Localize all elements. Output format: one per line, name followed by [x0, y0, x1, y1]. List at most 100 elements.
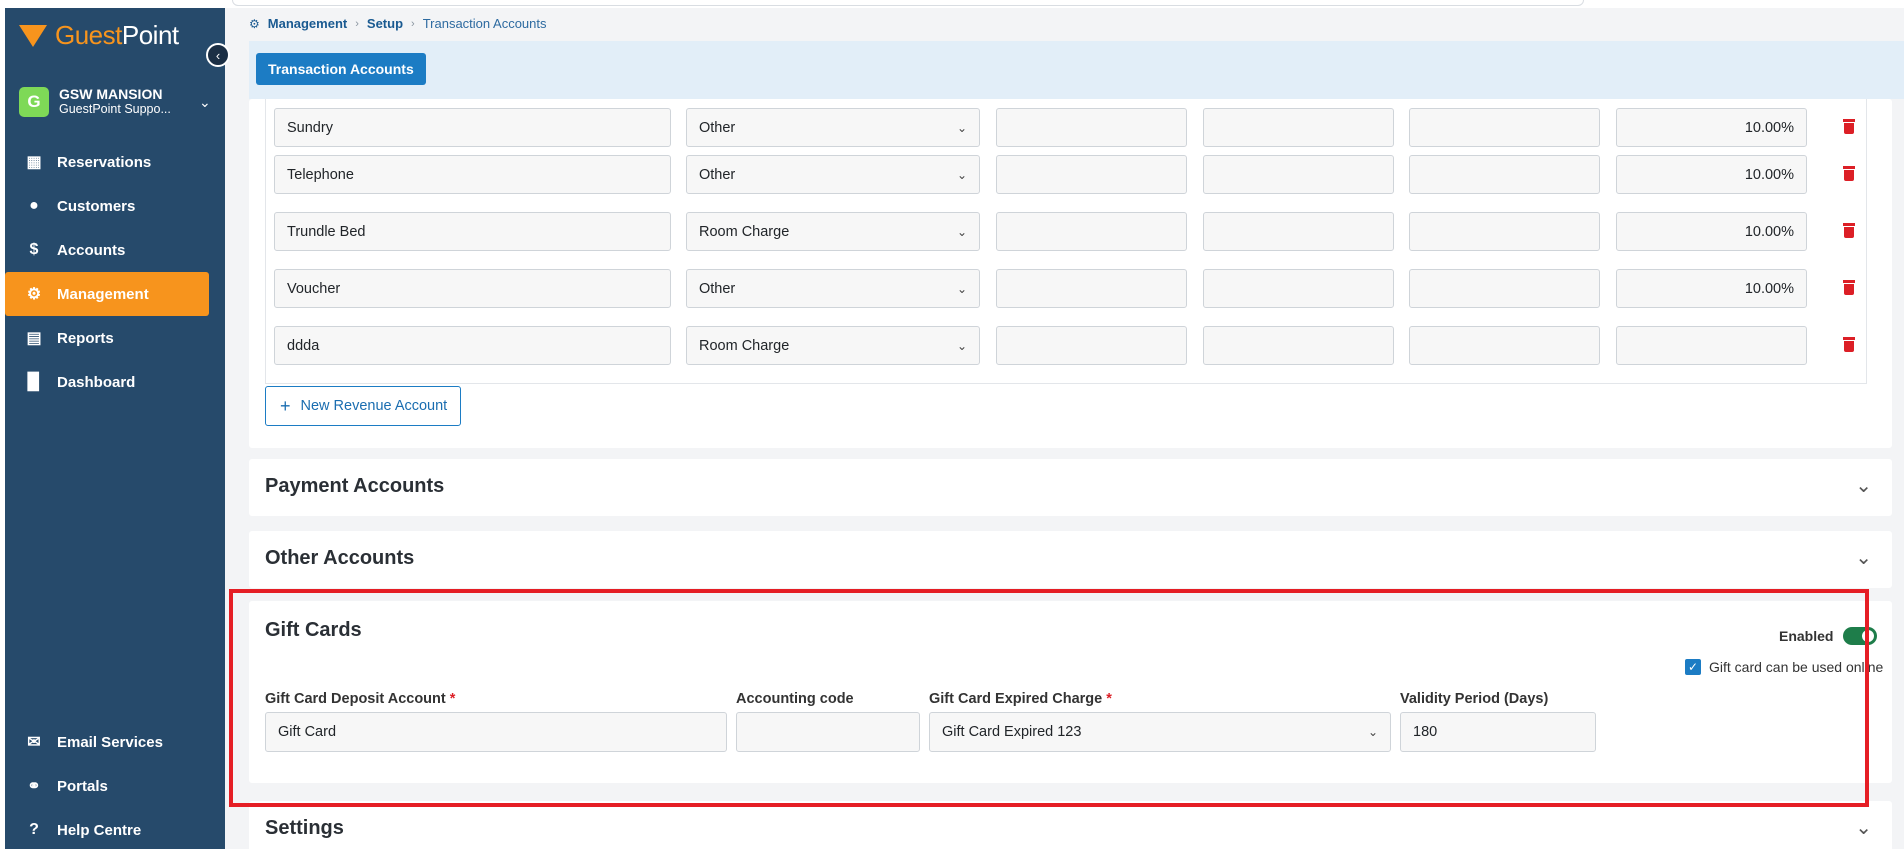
- nav-label: Reports: [57, 329, 114, 347]
- tax-rate-input[interactable]: [1616, 326, 1807, 365]
- nav-label: Management: [57, 285, 149, 303]
- breadcrumb-setup[interactable]: Setup: [367, 16, 403, 31]
- nav-accounts[interactable]: $ Accounts: [5, 228, 225, 272]
- account-type-select[interactable]: Room Charge ⌄: [686, 212, 980, 251]
- empty-input[interactable]: [1409, 212, 1600, 251]
- account-type-value: Room Charge: [699, 223, 790, 240]
- users-icon: ●: [29, 197, 39, 214]
- chevron-right-icon: ›: [355, 17, 359, 30]
- trash-icon[interactable]: [1843, 119, 1855, 134]
- calendar-icon: ▦: [26, 154, 42, 171]
- nav-reports[interactable]: ▤ Reports: [5, 316, 225, 360]
- section-title: Gift Cards: [265, 619, 362, 641]
- payment-accounts-section[interactable]: Payment Accounts ⌄: [249, 459, 1892, 516]
- nav-dashboard[interactable]: ▉ Dashboard: [5, 360, 225, 404]
- account-name-input[interactable]: Trundle Bed: [274, 212, 671, 251]
- collapse-sidebar-button[interactable]: ‹: [206, 43, 230, 67]
- chevron-down-icon: ⌄: [1855, 475, 1872, 497]
- empty-input[interactable]: [1203, 326, 1394, 365]
- empty-input[interactable]: [996, 269, 1187, 308]
- accounting-code-input[interactable]: [736, 712, 920, 752]
- chevron-left-icon: ‹: [215, 47, 221, 63]
- nav-label: Email Services: [57, 733, 163, 751]
- other-accounts-section[interactable]: Other Accounts ⌄: [249, 531, 1892, 588]
- empty-input[interactable]: [1409, 269, 1600, 308]
- nav-management[interactable]: ⚙ Management: [5, 272, 209, 316]
- empty-input[interactable]: [1203, 269, 1394, 308]
- tax-rate-input[interactable]: 10.00%: [1616, 212, 1807, 251]
- account-type-select[interactable]: Other ⌄: [686, 155, 980, 194]
- chevron-down-icon: ⌄: [956, 338, 967, 353]
- email-icon: ✉: [27, 734, 41, 751]
- account-name-input[interactable]: Telephone: [274, 155, 671, 194]
- trash-icon[interactable]: [1843, 337, 1855, 352]
- online-checkbox[interactable]: ✓: [1685, 659, 1701, 675]
- nav-email-services[interactable]: ✉ Email Services: [5, 720, 225, 764]
- nav-portals[interactable]: ⚭ Portals: [5, 764, 225, 808]
- account-type-select[interactable]: Other ⌄: [686, 269, 980, 308]
- trash-icon[interactable]: [1843, 223, 1855, 238]
- empty-input[interactable]: [1409, 326, 1600, 365]
- gift-cards-section: Gift Cards Enabled ✓ Gift card can be us…: [249, 601, 1892, 783]
- check-icon: ✓: [1687, 660, 1699, 674]
- empty-input[interactable]: [1409, 108, 1600, 147]
- main-nav: ▦ Reservations ● Customers $ Accounts ⚙ Mana…: [5, 140, 225, 404]
- nav-label: Portals: [57, 777, 108, 795]
- chevron-down-icon: ⌄: [956, 281, 967, 296]
- online-checkbox-wrap: ✓ Gift card can be used online: [1685, 659, 1883, 675]
- help-icon: ?: [29, 821, 39, 838]
- nav-label: Reservations: [57, 153, 152, 171]
- nav-reservations[interactable]: ▦ Reservations: [5, 140, 225, 184]
- empty-input[interactable]: [996, 155, 1187, 194]
- online-checkbox-label: Gift card can be used online: [1709, 659, 1884, 675]
- tax-rate-input[interactable]: 10.00%: [1616, 269, 1807, 308]
- empty-input[interactable]: [996, 326, 1187, 365]
- chevron-down-icon: ⌄: [1367, 725, 1378, 739]
- table-row: Trundle Bed Room Charge ⌄ 10.00%: [266, 203, 1866, 260]
- table-row: Telephone Other ⌄ 10.00%: [266, 146, 1866, 203]
- bar-chart-icon: ▉: [27, 374, 41, 391]
- chevron-down-icon: ⌄: [956, 167, 967, 182]
- account-name-input[interactable]: Sundry: [274, 108, 671, 147]
- dollar-icon: $: [29, 241, 39, 258]
- empty-input[interactable]: [1203, 212, 1394, 251]
- report-icon: ▤: [26, 330, 42, 347]
- user-gear-icon: ⚙: [249, 16, 260, 31]
- empty-input[interactable]: [996, 108, 1187, 147]
- account-type-value: Other: [699, 166, 736, 183]
- account-name-input[interactable]: ddda: [274, 326, 671, 365]
- account-type-select[interactable]: Room Charge ⌄: [686, 326, 980, 365]
- empty-input[interactable]: [1203, 108, 1394, 147]
- chevron-down-icon: ⌄: [1855, 817, 1872, 839]
- table-row: Voucher Other ⌄ 10.00%: [266, 260, 1866, 317]
- settings-section[interactable]: Settings ⌄: [249, 801, 1892, 849]
- top-strip: [0, 0, 1904, 8]
- trash-icon[interactable]: [1843, 166, 1855, 181]
- trash-icon[interactable]: [1843, 280, 1855, 295]
- enabled-toggle[interactable]: [1843, 627, 1878, 645]
- plus-icon: +: [280, 396, 291, 416]
- validity-period-input[interactable]: 180: [1400, 712, 1596, 752]
- revenue-accounts-table: Sundry Other ⌄ 10.00% Telephone Other ⌄ 10…: [265, 99, 1867, 384]
- new-revenue-account-button[interactable]: + New Revenue Account: [265, 386, 461, 426]
- table-row: ddda Room Charge ⌄: [266, 317, 1866, 374]
- deposit-account-input[interactable]: Gift Card: [265, 712, 727, 752]
- transaction-accounts-button[interactable]: Transaction Accounts: [256, 53, 426, 85]
- nav-help-centre[interactable]: ? Help Centre: [5, 808, 225, 849]
- empty-input[interactable]: [1409, 155, 1600, 194]
- account-type-select[interactable]: Other ⌄: [686, 108, 980, 147]
- breadcrumb-management[interactable]: Management: [268, 16, 347, 31]
- expired-charge-value: Gift Card Expired 123: [942, 724, 1082, 740]
- property-avatar: G: [19, 87, 49, 117]
- account-name-input[interactable]: Voucher: [274, 269, 671, 308]
- tax-rate-input[interactable]: 10.00%: [1616, 155, 1807, 194]
- empty-input[interactable]: [996, 212, 1187, 251]
- expired-charge-select[interactable]: Gift Card Expired 123 ⌄: [929, 712, 1391, 752]
- property-switcher[interactable]: G GSW MANSION GuestPoint Suppo... ⌄: [19, 84, 219, 120]
- main-content: ⚙ Management › Setup › Transaction Accou…: [225, 8, 1904, 849]
- accounting-code-label: Accounting code: [736, 691, 854, 707]
- tax-rate-input[interactable]: 10.00%: [1616, 108, 1807, 147]
- nav-customers[interactable]: ● Customers: [5, 184, 225, 228]
- account-type-value: Other: [699, 280, 736, 297]
- empty-input[interactable]: [1203, 155, 1394, 194]
